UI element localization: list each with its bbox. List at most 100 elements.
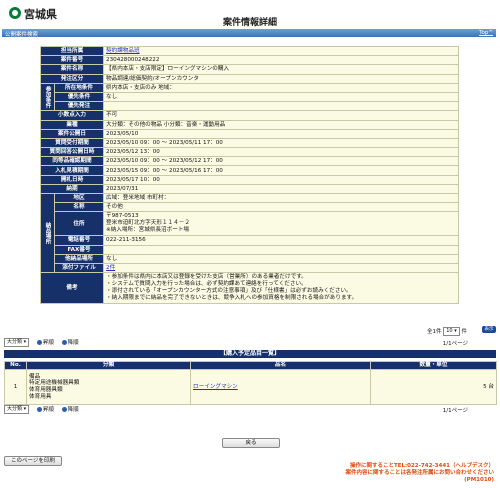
field-label: 案件番号	[39, 55, 105, 66]
contact-line: (PM1010)	[464, 477, 494, 484]
table-row: 納期 2023/07/31	[39, 183, 460, 195]
table-row: 業種 大分類：その他の物品 小分類：音楽・運動用品	[39, 119, 460, 130]
contact-line: 案件内容に関することは各発注所属にお問い合わせください	[345, 470, 494, 477]
arrow-up-icon	[36, 407, 42, 412]
field-label: 発注区分	[39, 73, 105, 84]
sort-bar-bottom: 大分類 ▾ 昇順 降順	[4, 405, 79, 414]
field-value	[103, 101, 460, 112]
field-label: 優先発注	[53, 101, 105, 112]
field-label: 小数点入力	[39, 110, 105, 121]
field-value: 【県内本店・支店限定】ローイングマシンの購入	[103, 64, 460, 75]
print-button[interactable]: このページを印刷	[4, 456, 62, 466]
table-row: FAX番号	[41, 244, 460, 255]
field-value: 2件	[103, 262, 460, 274]
field-value: 022-211-3156	[103, 235, 460, 246]
table-row: 同等品確認期間 2023/05/10 09：00 〜 2023/05/12 17…	[39, 156, 460, 167]
field-value: 広域：登米地域 市町村：	[103, 192, 460, 204]
field-label: 担当所属	[39, 45, 105, 57]
table-row: 開札日時 2023/05/17 10：00	[39, 174, 460, 185]
table-row: 備考 ・参加条件は県内に本店又は登録を受けた支店（営業所）のある業者だけです。 …	[39, 272, 460, 305]
sort-desc-button[interactable]: 降順	[61, 338, 79, 346]
field-label: 案件公開日	[39, 128, 105, 139]
table-row: 納品場所 地区 広域：登米地域 市町村：	[40, 192, 460, 274]
field-label: 開札日時	[39, 174, 105, 185]
section-link[interactable]: 公開案件検索	[5, 30, 38, 38]
column-header: 数量・単位	[370, 361, 497, 370]
field-label: 住所	[53, 211, 105, 237]
table-row: 名称 その他	[41, 202, 460, 213]
table-row: 電話番号 022-211-3156	[41, 235, 460, 246]
field-value: なし	[103, 91, 460, 103]
field-label: 備考	[39, 272, 105, 305]
sort-bar: 大分類 ▾ 昇順 降順	[4, 338, 79, 347]
field-value: 230428000248222	[103, 55, 460, 66]
group-label: 参加条件	[40, 82, 55, 112]
table-row: 案件公開日 2023/05/10	[39, 128, 460, 139]
field-label: 添付ファイル	[53, 262, 105, 274]
field-value: その他	[103, 202, 460, 213]
quantity-cell: 5 台	[370, 369, 497, 405]
field-label: 質問受付期間	[39, 137, 105, 149]
classification-cell: 備品 特定用途機械器具類 体育用器具類 体育用具	[26, 369, 191, 405]
field-value: 不可	[103, 110, 460, 121]
per-page-select[interactable]: 10 ▾	[443, 327, 460, 336]
arrow-up-icon	[36, 340, 42, 345]
field-value: なし	[103, 253, 460, 264]
field-value: 物品調達/総価契約/オープンカウンタ	[103, 73, 460, 84]
page-info-bottom: 1/1ページ	[442, 408, 468, 414]
table-row: 入札見積期間 2023/05/15 09：00 〜 2023/05/16 17：…	[39, 165, 460, 176]
arrow-down-icon	[61, 407, 67, 412]
back-button[interactable]: 戻る	[222, 438, 280, 448]
section-bar: 公開案件検索 Top^	[2, 29, 496, 38]
detail-table: 担当所属 契約課物品班 案件番号 230428000248222 案件名称 【県…	[39, 45, 460, 305]
table-row: 質問受付期間 2023/05/10 09：00 〜 2023/05/11 17：…	[39, 137, 460, 149]
display-button[interactable]: 表示	[482, 326, 496, 333]
field-label: 案件名称	[39, 64, 105, 75]
table-row: 優先条件 なし	[41, 91, 460, 103]
table-row: 1 備品 特定用途機械器具類 体育用器具類 体育用具 ローイングマシン 5 台	[4, 369, 497, 405]
field-label: 同等品確認期間	[39, 156, 105, 167]
department-link[interactable]: 契約課物品班	[106, 48, 140, 54]
page-info: 1/1ページ	[442, 341, 468, 347]
field-label: 質問回答公開日時	[39, 147, 105, 158]
page-title: 案件情報詳細	[222, 18, 277, 28]
field-value: ・参加条件は県内に本店又は登録を受けた支店（営業所）のある業者だけです。 ・シス…	[103, 272, 460, 305]
table-row: 添付ファイル 2件	[41, 262, 460, 274]
chevron-up-icon: ^	[488, 30, 493, 36]
table-row: 発注区分 物品調達/総価契約/オープンカウンタ	[39, 73, 460, 84]
row-number: 1	[4, 369, 27, 405]
plan-table: No. 分類 品名 数量・単位 1 備品 特定用途機械器具類 体育用器具類 体育…	[4, 361, 497, 405]
table-row: 案件番号 230428000248222	[39, 55, 460, 66]
attachment-link[interactable]: 2件	[106, 265, 115, 271]
field-value: 契約課物品班	[103, 45, 460, 57]
contact-info: 操作に関することTEL:022-742-3441（ヘルプデスク） 案件内容に関す…	[345, 463, 494, 485]
column-header: No.	[4, 361, 27, 370]
table-row: 小数点入力 不可	[39, 110, 460, 121]
remark-line: ・納入期限までに納品を完了できないときは、競争入札への参加資格を制限される場合が…	[106, 295, 358, 302]
table-row: 質問回答公開日時 2023/05/12 13：00	[39, 147, 460, 158]
top-link[interactable]: Top^	[479, 30, 493, 36]
item-link[interactable]: ローイングマシン	[193, 384, 238, 390]
field-label: 名称	[53, 202, 105, 213]
field-value: 2023/05/10 09：00 〜 2023/05/12 17：00	[103, 156, 460, 167]
sort-select[interactable]: 大分類 ▾	[4, 338, 30, 347]
table-header-row: No. 分類 品名 数量・単位	[4, 361, 497, 370]
sort-desc-button[interactable]: 降順	[61, 405, 79, 413]
field-label: 電話番号	[53, 235, 105, 246]
table-row: 参加条件 所在地条件 県内本店・支店のみ 地域：	[40, 82, 460, 112]
sort-asc-button[interactable]: 昇順	[36, 405, 54, 413]
field-value	[103, 244, 460, 255]
arrow-down-icon	[61, 340, 67, 345]
field-label: FAX番号	[53, 244, 105, 255]
field-value: 大分類：その他の物品 小分類：音楽・運動用品	[103, 119, 460, 130]
sort-asc-button[interactable]: 昇順	[36, 338, 54, 346]
field-value: 2023/05/10 09：00 〜 2023/05/11 17：00	[103, 137, 460, 149]
table-row: 案件名称 【県内本店・支店限定】ローイングマシンの購入	[39, 64, 460, 75]
sort-select[interactable]: 大分類 ▾	[4, 405, 30, 414]
field-label: 業種	[39, 119, 105, 130]
plan-title: 【購入予定品目一覧】	[4, 350, 496, 358]
table-row: 住所 〒987-0513 登米市迫町北方字天形１１４－２ ※納入場所：宮城県長沼…	[41, 211, 460, 237]
item-name-cell: ローイングマシン	[190, 369, 371, 405]
field-value: 2023/05/12 13：00	[103, 147, 460, 158]
field-label: 入札見積期間	[39, 165, 105, 176]
